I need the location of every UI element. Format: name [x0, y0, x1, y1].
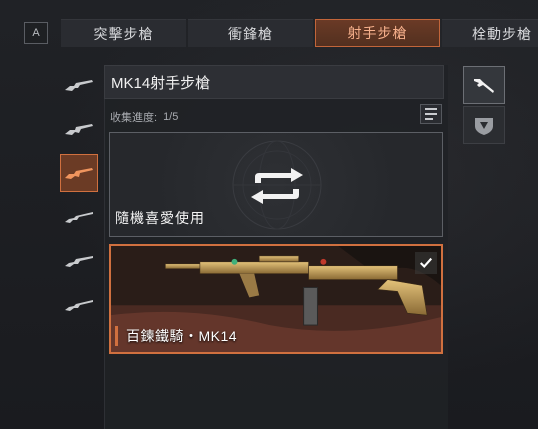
- hotkey-hint: A: [24, 22, 48, 44]
- sniper-rifle-icon: [65, 256, 93, 267]
- list-view-icon[interactable]: [420, 104, 442, 124]
- tab-assault-rifle[interactable]: 突擊步槍: [61, 19, 186, 47]
- weapon-category-tabs: 突擊步槍 衝鋒槍 射手步槍 栓動步槍: [61, 19, 538, 47]
- weapon-item[interactable]: [60, 198, 98, 236]
- tab-smg[interactable]: 衝鋒槍: [188, 19, 313, 47]
- side-tab-weapon[interactable]: [463, 66, 505, 104]
- side-tabs: [463, 66, 505, 144]
- rifle-icon: [65, 124, 93, 135]
- progress-value: 1/5: [163, 111, 179, 123]
- skin-card-selected[interactable]: 百鍊鐵騎・MK14: [109, 244, 443, 354]
- sniper-rifle-icon: [65, 212, 93, 223]
- emblem-icon: [475, 118, 493, 135]
- check-icon: [415, 252, 437, 274]
- weapon-title: MK14射手步槍: [104, 65, 444, 99]
- marksman-rifle-icon: [65, 168, 93, 179]
- tab-bolt-action-rifle[interactable]: 栓動步槍: [442, 19, 538, 47]
- random-favorite-label: 隨機喜愛使用: [115, 210, 205, 226]
- skin-name: 百鍊鐵騎・MK14: [115, 326, 237, 346]
- progress-label: 收集進度:: [110, 112, 158, 124]
- weapon-item-active[interactable]: [60, 154, 98, 192]
- weapon-item[interactable]: [60, 66, 98, 104]
- weapon-item[interactable]: [60, 286, 98, 324]
- weapon-icon: [474, 79, 494, 93]
- weapon-list: [60, 66, 98, 330]
- rifle-icon: [65, 80, 93, 91]
- sniper-rifle-icon: [65, 300, 93, 311]
- tab-marksman-rifle[interactable]: 射手步槍: [315, 19, 440, 47]
- side-tab-emblem[interactable]: [463, 106, 505, 144]
- collection-progress: 收集進度: 1/5: [110, 104, 444, 126]
- weapon-item[interactable]: [60, 242, 98, 280]
- weapon-item[interactable]: [60, 110, 98, 148]
- shuffle-icon: [251, 168, 303, 204]
- random-favorite-card[interactable]: 隨機喜愛使用: [109, 132, 443, 237]
